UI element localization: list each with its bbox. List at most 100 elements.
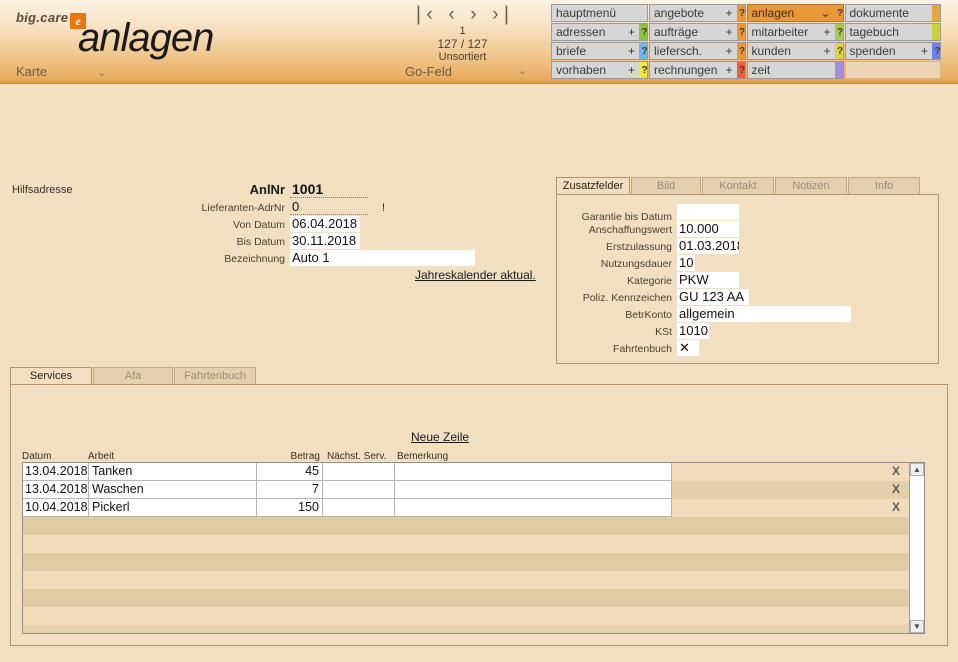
cell-arbeit[interactable]: Pickerl [89,499,257,517]
scroll-down-icon[interactable]: ▼ [910,620,924,633]
cell-naechst[interactable] [323,463,395,481]
table-row-empty[interactable] [23,571,909,589]
module-button-vorhaben[interactable]: vorhaben +? [551,61,648,79]
tab-zusatzfelder[interactable]: Zusatzfelder [556,177,630,195]
module-button-tagebuch[interactable]: tagebuch [844,23,941,41]
module-button-anlagen[interactable]: anlagen ⌄? [746,4,844,22]
cell-naechst[interactable] [323,481,395,499]
jahreskalender-link[interactable]: Jahreskalender aktual. [415,268,536,282]
field-value[interactable]: allgemein [677,306,851,322]
module-button-briefe[interactable]: briefe +? [551,42,648,60]
module-button-auftrge[interactable]: aufträge +? [649,23,746,41]
add-icon[interactable]: + [628,44,638,58]
add-icon[interactable]: + [725,63,735,77]
cell-bemerkung[interactable] [395,463,672,481]
module-label: spenden [849,44,896,58]
delete-row-button[interactable]: X [672,463,909,481]
add-icon[interactable]: + [725,6,735,20]
module-button-spenden[interactable]: spenden +? [844,42,941,60]
module-button-dokumente[interactable]: dokumente [844,4,941,22]
bezeichnung-value[interactable]: Auto 1 [290,250,475,266]
tab-info[interactable]: Info [848,177,920,195]
cell-arbeit[interactable]: Tanken [89,463,257,481]
go-feld-selector[interactable]: Go-Feld ⌄ [405,64,527,79]
field-value[interactable]: 10 [677,255,695,271]
field-value[interactable] [677,204,739,220]
next-record-icon[interactable]: › [470,5,476,25]
help-badge-icon[interactable]: ? [736,5,745,21]
module-button-zeit[interactable]: zeit [746,61,844,79]
scroll-up-icon[interactable]: ▲ [910,463,924,476]
tab-fahrtenbuch[interactable]: Fahrtenbuch [174,367,256,385]
tab-bild[interactable]: Bild [631,177,701,195]
table-row-empty[interactable] [23,535,909,553]
lieferanten-adrnr-value[interactable]: 0 [290,199,368,215]
cell-betrag[interactable]: 7 [257,481,323,499]
tab-afa[interactable]: Afa [93,367,173,385]
add-icon[interactable]: + [725,44,735,58]
help-badge-icon[interactable]: ? [835,5,843,21]
help-badge-icon[interactable]: ? [932,43,941,59]
first-record-icon[interactable]: ❘‹ [411,5,433,25]
help-badge-icon[interactable]: ? [834,43,843,59]
help-badge-icon[interactable]: ? [639,24,647,40]
cell-naechst[interactable] [323,499,395,517]
cell-bemerkung[interactable] [395,481,672,499]
field-value[interactable]: 01.03.2018 [677,238,739,254]
tab-kontakt[interactable]: Kontakt [702,177,774,195]
services-table-scrollbar[interactable]: ▲ ▼ [909,463,924,633]
module-button-angebote[interactable]: angebote +? [649,4,746,22]
karte-selector[interactable]: Karte ⌄ [16,64,106,79]
cell-betrag[interactable]: 45 [257,463,323,481]
help-badge-icon[interactable]: ? [736,24,745,40]
table-row[interactable]: 13.04.2018 Waschen 7 X [23,481,909,499]
module-button-hauptmen[interactable]: hauptmenü [551,4,648,22]
help-badge-icon[interactable]: ? [639,62,647,78]
field-value[interactable]: GU 123 AA [677,289,749,305]
chevron-down-icon[interactable]: ⌄ [820,6,833,20]
field-value[interactable]: PKW [677,272,739,288]
cell-datum[interactable]: 10.04.2018 [23,499,89,517]
delete-row-button[interactable]: X [672,481,909,499]
table-row-empty[interactable] [23,517,909,535]
add-icon[interactable]: + [725,25,735,39]
table-row[interactable]: 13.04.2018 Tanken 45 X [23,463,909,481]
add-icon[interactable]: + [628,25,638,39]
last-record-icon[interactable]: ›❘ [492,5,514,25]
previous-record-icon[interactable]: ‹ [448,5,454,25]
cell-bemerkung[interactable] [395,499,672,517]
table-row[interactable]: 10.04.2018 Pickerl 150 X [23,499,909,517]
bis-datum-value[interactable]: 30.11.2018 [290,233,360,249]
module-button-mitarbeiter[interactable]: mitarbeiter +? [746,23,844,41]
tab-notizen[interactable]: Notizen [775,177,847,195]
cell-betrag[interactable]: 150 [257,499,323,517]
field-value[interactable]: 1010 [677,323,709,339]
cell-datum[interactable]: 13.04.2018 [23,481,89,499]
cell-datum[interactable]: 13.04.2018 [23,463,89,481]
field-value[interactable]: ✕ [677,340,699,356]
table-row-empty[interactable] [23,553,909,571]
help-badge-icon[interactable]: ? [736,62,745,78]
help-badge-icon[interactable]: ? [834,24,843,40]
add-icon[interactable]: + [823,25,833,39]
add-icon[interactable]: + [823,44,833,58]
field-value[interactable]: 10.000 [677,221,739,237]
module-button-rechnungen[interactable]: rechnungen +? [649,61,746,79]
table-row-empty[interactable] [23,589,909,607]
neue-zeile-link[interactable]: Neue Zeile [411,430,469,444]
lower-panel-body: Neue Zeile Datum Arbeit Betrag Nächst. S… [10,384,948,646]
tab-services[interactable]: Services [10,367,92,385]
von-datum-value[interactable]: 06.04.2018 [290,216,360,232]
scrollbar-track[interactable] [910,476,924,620]
add-icon[interactable]: + [628,63,638,77]
module-button-liefersch[interactable]: liefersch. +? [649,42,746,60]
delete-row-button[interactable]: X [672,499,909,517]
add-icon[interactable]: + [921,44,931,58]
module-button-kunden[interactable]: kunden +? [746,42,844,60]
help-badge-icon[interactable]: ? [736,43,745,59]
table-row-empty[interactable] [23,607,909,625]
module-button-adressen[interactable]: adressen +? [551,23,648,41]
help-badge-icon[interactable]: ? [639,43,647,59]
anlagennummer-value[interactable]: 1001 [290,182,368,198]
cell-arbeit[interactable]: Waschen [89,481,257,499]
